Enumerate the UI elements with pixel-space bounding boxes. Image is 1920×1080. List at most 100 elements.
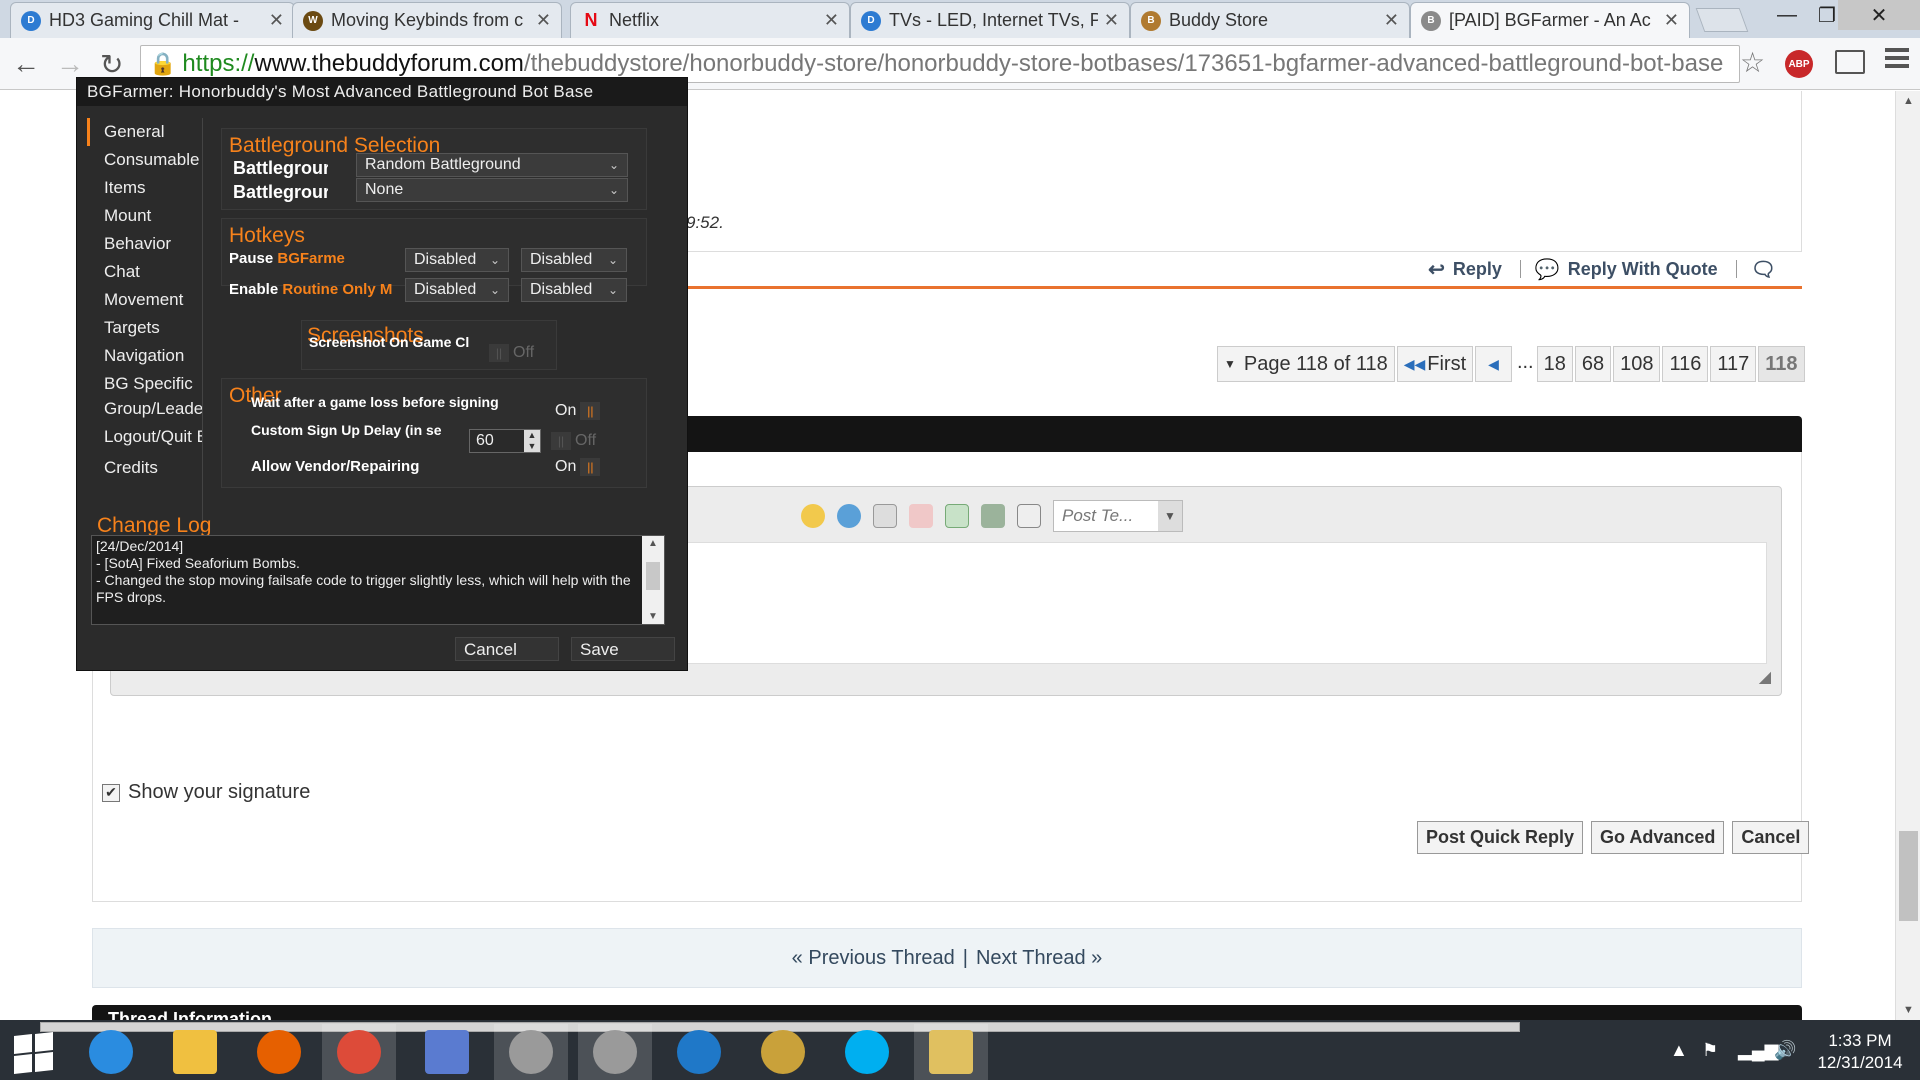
nav-item-logout-quit[interactable]: Logout/Quit BG [87,420,202,454]
reply-button[interactable]: ↩ Reply [1428,257,1502,282]
pause-hotkey-key-select[interactable]: Disabled ⌄ [521,248,627,272]
close-icon[interactable]: ✕ [824,10,839,31]
smiley-icon[interactable] [801,504,825,528]
browser-tab-5[interactable]: B Buddy Store ✕ [1130,2,1410,38]
firefox-icon [257,1030,301,1074]
page-scrollbar[interactable]: ▲ ▼ [1895,91,1920,1020]
taskbar-item[interactable] [494,1024,568,1080]
taskbar-item[interactable] [158,1024,232,1080]
nav-item-group-leader[interactable]: Group/Leader [87,398,202,420]
scrollbar-thumb[interactable] [646,562,660,590]
scroll-down-icon[interactable]: ▼ [1896,1004,1920,1016]
back-arrow-icon[interactable]: ← [12,48,40,80]
chrome-menu-icon[interactable] [1885,48,1909,72]
taskbar-item[interactable] [74,1024,148,1080]
taskbar-item[interactable] [242,1024,316,1080]
nav-item-credits[interactable]: Credits [87,454,202,482]
sign-up-delay-toggle[interactable]: || Off [551,430,596,452]
show-signature-option[interactable]: ✔ Show your signature [102,781,310,804]
nav-item-movement[interactable]: Movement [87,286,202,314]
spinner-arrows-icon[interactable]: ▲ ▼ [524,430,540,452]
close-icon[interactable]: ✕ [1384,10,1399,31]
link-icon[interactable] [837,504,861,528]
scroll-down-icon[interactable]: ▼ [642,611,664,622]
page-link[interactable]: 18 [1536,346,1573,382]
email-icon[interactable] [873,504,897,528]
nav-item-mount[interactable]: Mount [87,202,202,230]
cast-icon[interactable] [1835,50,1865,74]
nav-item-general[interactable]: General [87,118,202,146]
page-link[interactable]: 116 [1662,346,1709,382]
wait-after-loss-toggle[interactable]: On || [555,400,601,422]
browser-tab-2[interactable]: W Moving Keybinds from c ✕ [292,2,562,38]
previous-thread-link[interactable]: « Previous Thread [792,947,955,970]
adblock-icon[interactable]: ABP [1785,50,1813,78]
nav-item-behavior[interactable]: Behavior [87,230,202,258]
volume-icon[interactable]: 🔊 [1774,1040,1796,1061]
tray-overflow-icon[interactable]: ▲ [1670,1040,1688,1061]
browser-tab-3[interactable]: N Netflix ✕ [570,2,850,38]
nav-item-bg-specific[interactable]: BG Specific [87,370,202,398]
forward-arrow-icon[interactable]: → [56,48,84,80]
close-icon[interactable]: ✕ [1664,10,1679,31]
close-window-icon[interactable]: ✕ [1838,0,1920,30]
sign-up-delay-input[interactable]: 60 ▲ ▼ [469,429,541,453]
next-thread-link[interactable]: Next Thread » [976,947,1102,970]
dialog-cancel-button[interactable]: Cancel [455,637,559,661]
resize-handle-icon[interactable]: ◢ [1759,667,1771,687]
battleground-1-select[interactable]: Random Battleground ⌄ [356,153,628,177]
close-icon[interactable]: ✕ [1104,10,1119,31]
taskbar-item[interactable] [830,1024,904,1080]
enable-hotkey-modifier-select[interactable]: Disabled ⌄ [405,278,509,302]
post-quick-reply-button[interactable]: Post Quick Reply [1417,821,1584,854]
close-icon[interactable]: ✕ [269,10,284,31]
page-link[interactable]: 108 [1613,346,1661,382]
taskbar-item[interactable] [662,1024,736,1080]
page-jump-dropdown[interactable]: ▼ Page 118 of 118 [1217,346,1395,382]
video-icon[interactable] [981,504,1005,528]
image-icon[interactable] [945,504,969,528]
taskbar-item[interactable] [322,1024,396,1080]
bookmark-star-icon[interactable]: ☆ [1740,46,1765,79]
windows-start-icon[interactable] [14,1032,54,1074]
signature-checkbox[interactable]: ✔ [102,783,120,802]
nav-item-items[interactable]: Items [87,174,202,202]
scroll-up-icon[interactable]: ▲ [642,538,664,549]
browser-tab-1[interactable]: D HD3 Gaming Chill Mat - ✕ [10,2,295,38]
multi-quote-button[interactable]: 🗨 [1751,257,1784,282]
go-advanced-button[interactable]: Go Advanced [1591,821,1725,854]
nav-item-navigation[interactable]: Navigation [87,342,202,370]
browser-tab-6-active[interactable]: B [PAID] BGFarmer - An Ac ✕ [1410,2,1690,38]
scroll-up-icon[interactable]: ▲ [1896,95,1920,107]
scrollbar-thumb[interactable] [1899,831,1918,921]
quote-icon[interactable] [1017,504,1041,528]
nav-item-consumable[interactable]: Consumable [87,146,202,174]
allow-vendor-toggle[interactable]: On || [555,456,601,478]
prev-page-link[interactable]: ◀ [1475,346,1512,382]
action-center-flag-icon[interactable]: ⚑ [1702,1040,1718,1061]
browser-tab-4[interactable]: D TVs - LED, Internet TVs, P ✕ [850,2,1130,38]
taskbar-item[interactable] [746,1024,820,1080]
system-clock[interactable]: 1:33 PM 12/31/2014 [1810,1030,1910,1074]
nav-item-chat[interactable]: Chat [87,258,202,286]
close-icon[interactable]: ✕ [536,10,551,31]
new-tab-button[interactable] [1695,8,1749,32]
dialog-save-button[interactable]: Save [571,637,675,661]
nav-item-targets[interactable]: Targets [87,314,202,342]
network-signal-icon[interactable]: ▂▄▆ [1738,1040,1778,1061]
enable-hotkey-key-select[interactable]: Disabled ⌄ [521,278,627,302]
battleground-2-select[interactable]: None ⌄ [356,178,628,202]
first-page-link[interactable]: ◀◀ First [1396,346,1474,382]
changelog-scrollbar[interactable]: ▲ ▼ [642,536,664,624]
page-link[interactable]: 117 [1710,346,1757,382]
cancel-button[interactable]: Cancel [1732,821,1810,854]
unlink-icon[interactable] [909,504,933,528]
page-link[interactable]: 68 [1574,346,1612,382]
taskbar-item[interactable] [914,1024,988,1080]
post-type-select[interactable]: Post Te... ▼ [1053,500,1183,532]
screenshot-toggle[interactable]: || Off [489,342,534,364]
pause-hotkey-modifier-select[interactable]: Disabled ⌄ [405,248,509,272]
reply-with-quote-button[interactable]: 💬 Reply With Quote [1535,257,1718,282]
taskbar-item[interactable] [578,1024,652,1080]
taskbar-item[interactable] [410,1024,484,1080]
